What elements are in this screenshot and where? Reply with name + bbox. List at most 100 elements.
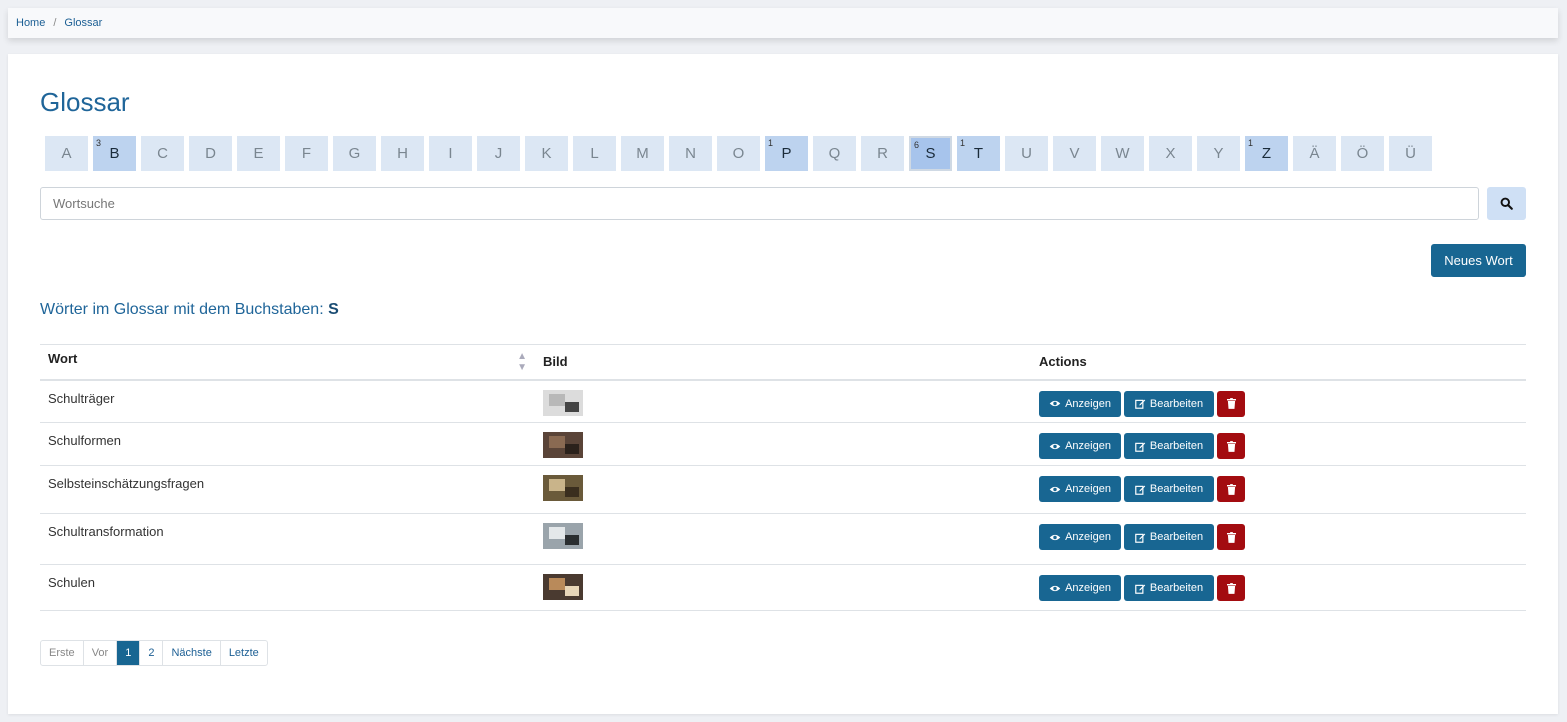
letter-label: D [205, 145, 216, 162]
table-row: Schulformen Anzeigen Bearbeiten [40, 422, 1526, 466]
letter-label: E [253, 145, 264, 162]
letter-filter-h[interactable]: H [381, 136, 424, 171]
letter-filter-d[interactable]: D [189, 136, 232, 171]
letter-filter-ö[interactable]: Ö [1341, 136, 1384, 171]
view-button[interactable]: Anzeigen [1039, 390, 1121, 417]
search-button[interactable] [1487, 187, 1526, 220]
pagination-next[interactable]: Nächste [163, 641, 221, 665]
view-label: Anzeigen [1065, 440, 1111, 452]
letter-filter-f[interactable]: F [285, 136, 328, 171]
pagination-page-1[interactable]: 1 [117, 641, 141, 665]
word-label: Schultransformation [48, 524, 164, 539]
letter-filter-p[interactable]: 1P [765, 136, 808, 171]
letter-filter-x[interactable]: X [1149, 136, 1192, 171]
word-label: Selbsteinschätzungsfragen [48, 476, 205, 491]
glossary-table: Wort ▲ ▼ Bild Actions Schulträger Anzeigen B… [40, 344, 1526, 611]
letter-label: Y [1213, 145, 1224, 162]
delete-button[interactable] [1217, 476, 1245, 502]
letter-filter-j[interactable]: J [477, 136, 520, 171]
word-cell: Schulen [40, 564, 535, 611]
letter-filter-c[interactable]: C [141, 136, 184, 171]
delete-button[interactable] [1217, 524, 1245, 550]
edit-button[interactable]: Bearbeiten [1124, 390, 1214, 417]
letter-label: P [781, 145, 792, 162]
eye-icon [1049, 534, 1061, 540]
table-row: Schultransformation Anzeigen Bearbeiten [40, 513, 1526, 565]
letter-filter-z[interactable]: 1Z [1245, 136, 1288, 171]
letter-filter-e[interactable]: E [237, 136, 280, 171]
table-row: Selbsteinschätzungsfragen Anzeigen Bearbei… [40, 465, 1526, 514]
edit-button[interactable]: Bearbeiten [1124, 575, 1214, 601]
column-header-word-label: Wort [48, 350, 78, 366]
view-button[interactable]: Anzeigen [1039, 476, 1121, 502]
view-button[interactable]: Anzeigen [1039, 433, 1121, 459]
letter-filter-u[interactable]: U [1005, 136, 1048, 171]
table-header-row: Wort ▲ ▼ Bild Actions [40, 344, 1526, 380]
delete-button[interactable] [1217, 390, 1245, 417]
image-cell [535, 379, 1031, 423]
letter-filter-b[interactable]: 3B [93, 136, 136, 171]
sort-icon[interactable]: ▲ ▼ [517, 351, 527, 373]
breadcrumb-home-link[interactable]: Home [16, 17, 45, 29]
column-header-actions: Actions [1039, 354, 1087, 370]
word-thumbnail-image[interactable] [543, 574, 583, 600]
pagination-first[interactable]: Erste [41, 641, 84, 665]
letter-label: X [1165, 145, 1176, 162]
letter-label: T [973, 145, 984, 162]
letter-filter-ü[interactable]: Ü [1389, 136, 1432, 171]
edit-icon [1135, 399, 1146, 409]
letter-label: F [301, 145, 312, 162]
pagination-prev[interactable]: Vor [84, 641, 118, 665]
letter-filter-q[interactable]: Q [813, 136, 856, 171]
page-title: Glossar [40, 87, 130, 117]
edit-button[interactable]: Bearbeiten [1124, 476, 1214, 502]
letter-filter-m[interactable]: M [621, 136, 664, 171]
view-button[interactable]: Anzeigen [1039, 575, 1121, 601]
letter-label: V [1069, 145, 1080, 162]
letter-filter-a[interactable]: A [45, 136, 88, 171]
letter-filter-i[interactable]: I [429, 136, 472, 171]
view-button[interactable]: Anzeigen [1039, 524, 1121, 550]
letter-filter-g[interactable]: G [333, 136, 376, 171]
image-cell [535, 564, 1031, 611]
breadcrumb-current-link[interactable]: Glossar [64, 17, 102, 29]
pagination-last[interactable]: Letzte [221, 641, 267, 665]
word-thumbnail-image[interactable] [543, 475, 583, 501]
letter-filter-v[interactable]: V [1053, 136, 1096, 171]
section-heading: Wörter im Glossar mit dem Buchstaben: S [40, 301, 339, 319]
image-cell [535, 513, 1031, 565]
letter-label: O [732, 145, 745, 162]
word-thumbnail-image[interactable] [543, 389, 583, 416]
letter-filter-k[interactable]: K [525, 136, 568, 171]
pagination-page-2[interactable]: 2 [140, 641, 164, 665]
actions-cell: Anzeigen Bearbeiten [1031, 379, 1526, 423]
letter-filter-t[interactable]: 1T [957, 136, 1000, 171]
word-label: Schulformen [48, 433, 121, 448]
actions-cell: Anzeigen Bearbeiten [1031, 465, 1526, 514]
edit-button[interactable]: Bearbeiten [1124, 433, 1214, 459]
letter-filter-ä[interactable]: Ä [1293, 136, 1336, 171]
letter-filter-y[interactable]: Y [1197, 136, 1240, 171]
column-header-image: Bild [543, 354, 568, 370]
view-label: Anzeigen [1065, 531, 1111, 543]
delete-button[interactable] [1217, 575, 1245, 601]
new-word-button[interactable]: Neues Wort [1431, 244, 1526, 277]
column-header-word[interactable]: Wort ▲ ▼ [40, 345, 535, 380]
edit-button[interactable]: Bearbeiten [1124, 524, 1214, 550]
letter-filter-n[interactable]: N [669, 136, 712, 171]
letter-filter-r[interactable]: R [861, 136, 904, 171]
letter-label: Ä [1309, 145, 1320, 162]
letter-filter-o[interactable]: O [717, 136, 760, 171]
letter-filter-w[interactable]: W [1101, 136, 1144, 171]
letter-label: Z [1261, 145, 1272, 162]
letter-filter-s[interactable]: 6S [909, 136, 952, 171]
delete-button[interactable] [1217, 433, 1245, 459]
search-input[interactable] [40, 187, 1479, 220]
eye-icon [1049, 400, 1061, 407]
word-thumbnail-image[interactable] [543, 523, 583, 549]
letter-filter-l[interactable]: L [573, 136, 616, 171]
word-thumbnail-image[interactable] [543, 432, 583, 458]
trash-icon [1226, 440, 1236, 452]
table-row: Schulträger Anzeigen Bearbeiten [40, 379, 1526, 423]
letter-label: S [925, 145, 936, 162]
